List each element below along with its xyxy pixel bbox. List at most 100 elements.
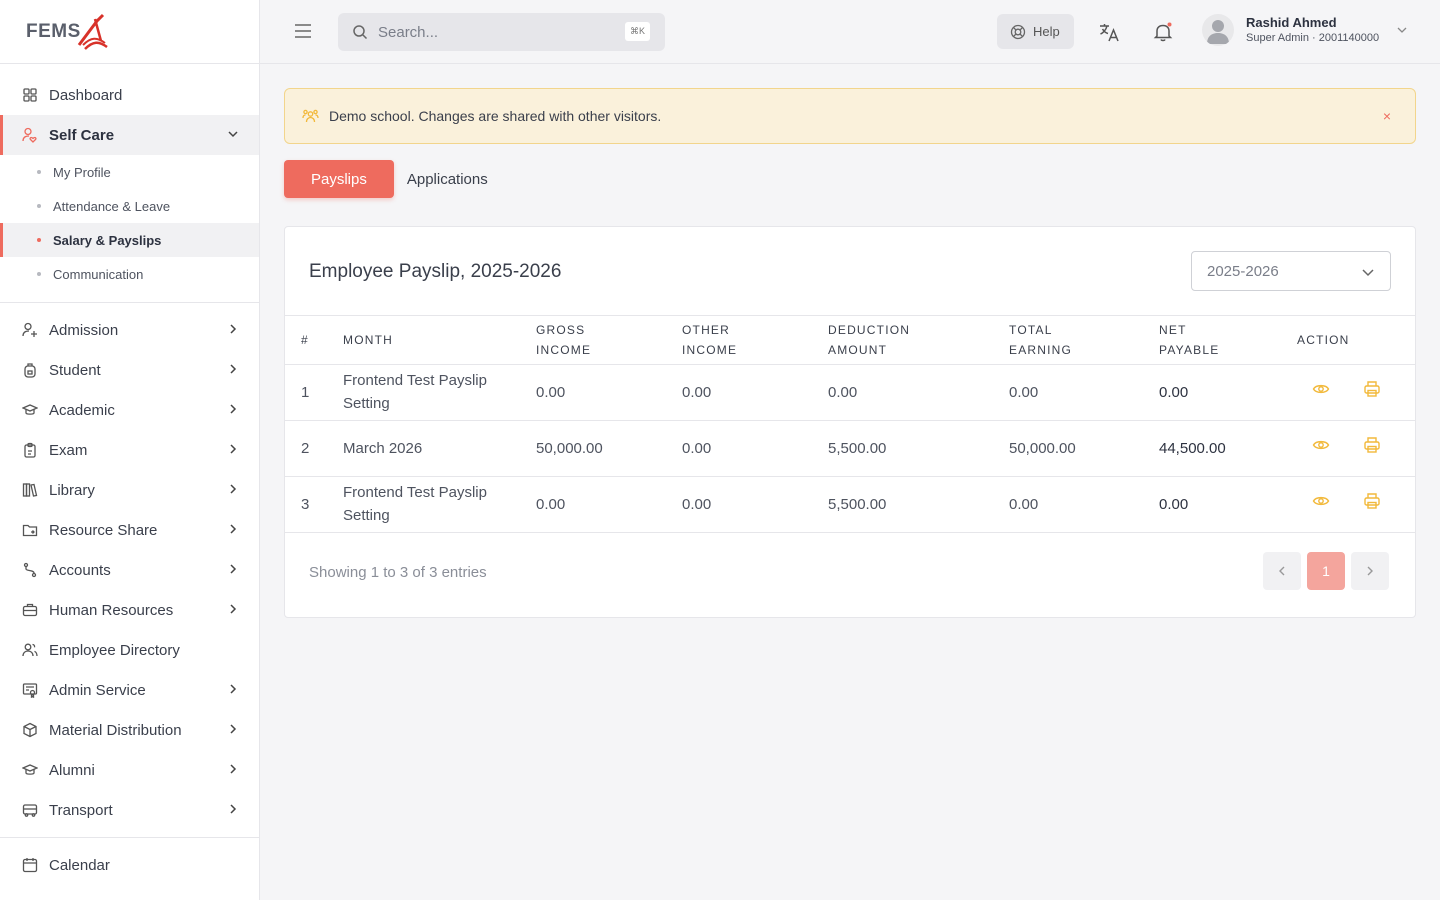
sidebar-item-label: Library <box>49 481 95 499</box>
calendar-icon <box>22 857 38 873</box>
printer-icon[interactable] <box>1363 380 1381 398</box>
sidebar-item-academic[interactable]: Academic <box>0 390 259 430</box>
cell-month: Frontend Test Payslip Setting <box>326 476 520 533</box>
route-icon <box>22 562 38 578</box>
sidebar-item-alumni[interactable]: Alumni <box>0 750 259 790</box>
user-menu[interactable]: Rashid Ahmed Super Admin · 2001140000 <box>1202 14 1408 46</box>
chevron-right-icon <box>230 764 237 774</box>
brand-logo[interactable]: FEMS <box>0 0 259 64</box>
payslip-card: Employee Payslip, 2025-2026 2025-2026 # … <box>284 226 1416 618</box>
clipboard-icon <box>22 442 38 458</box>
search-icon <box>353 25 368 40</box>
top-header: ⌘K Help Rashid Ahmed Super Admin · 20011… <box>260 0 1440 64</box>
graduation-cap-icon <box>22 762 38 778</box>
help-button[interactable]: Help <box>997 14 1074 49</box>
sidebar-item-human-resources[interactable]: Human Resources <box>0 590 259 630</box>
entries-info: Showing 1 to 3 of 3 entries <box>309 563 487 581</box>
search-shortcut-badge: ⌘K <box>624 22 650 41</box>
search-bar[interactable]: ⌘K <box>338 13 665 51</box>
sidebar-item-admin-service[interactable]: Admin Service <box>0 670 259 710</box>
cell-gross: 0.00 <box>520 476 666 533</box>
alert-message: Demo school. Changes are shared with oth… <box>329 108 662 124</box>
printer-icon[interactable] <box>1363 492 1381 510</box>
chevron-right-icon <box>230 484 237 494</box>
sidebar-subitem-salary-payslips[interactable]: Salary & Payslips <box>0 223 259 257</box>
cell-net: 0.00 <box>1145 364 1283 421</box>
eye-icon[interactable] <box>1312 492 1330 510</box>
cell-net: 44,500.00 <box>1145 420 1283 477</box>
table-header-row: # MONTH GROSS INCOME OTHER INCOME DEDUCT… <box>285 316 1415 365</box>
table-row: 1 Frontend Test Payslip Setting 0.00 0.0… <box>285 364 1415 421</box>
cell-total: 0.00 <box>993 476 1145 533</box>
eye-icon[interactable] <box>1312 380 1330 398</box>
column-header: TOTAL EARNING <box>993 316 1145 365</box>
translate-icon[interactable] <box>1098 21 1120 43</box>
nav-bottom-group: Calendar <box>0 838 259 896</box>
tab-applications[interactable]: Applications <box>394 160 501 198</box>
chevron-right-icon <box>230 804 237 814</box>
package-icon <box>22 722 38 738</box>
sidebar-item-student[interactable]: Student <box>0 350 259 390</box>
book-logo-icon <box>77 13 108 50</box>
sidebar-item-calendar[interactable]: Calendar <box>0 845 259 885</box>
tab-payslips[interactable]: Payslips <box>284 160 394 198</box>
year-select[interactable]: 2025-2026 <box>1191 251 1391 291</box>
year-select-value: 2025-2026 <box>1207 262 1279 280</box>
sidebar-item-label: Human Resources <box>49 601 174 619</box>
hamburger-menu-icon[interactable] <box>294 23 312 39</box>
cell-other: 0.00 <box>666 476 812 533</box>
nav-self-group: Dashboard Self Care My Profile Attendanc… <box>0 64 259 303</box>
chevron-down-icon <box>1362 269 1374 277</box>
user-name: Rashid Ahmed <box>1246 15 1337 30</box>
sidebar-item-label: Accounts <box>49 561 111 579</box>
sidebar-item-label: Employee Directory <box>49 641 180 659</box>
sidebar-item-resource-share[interactable]: Resource Share <box>0 510 259 550</box>
next-page-button[interactable] <box>1351 551 1389 590</box>
people-group-icon <box>302 109 319 122</box>
prev-page-button[interactable] <box>1263 551 1301 590</box>
sidebar-item-self-care[interactable]: Self Care <box>0 115 259 155</box>
cell-month: Frontend Test Payslip Setting <box>326 364 520 421</box>
sidebar-item-employee-directory[interactable]: Employee Directory <box>0 630 259 670</box>
sidebar-item-library[interactable]: Library <box>0 470 259 510</box>
sidebar-item-dashboard[interactable]: Dashboard <box>0 75 259 115</box>
sidebar-subitem-attendance-leave[interactable]: Attendance & Leave <box>0 189 259 223</box>
user-role: Super Admin · 2001140000 <box>1246 32 1380 44</box>
sidebar-item-exam[interactable]: Exam <box>0 430 259 470</box>
column-header: DEDUCTION AMOUNT <box>812 316 993 365</box>
column-header: MONTH <box>326 316 520 365</box>
payslip-table: # MONTH GROSS INCOME OTHER INCOME DEDUCT… <box>285 316 1415 533</box>
search-input[interactable] <box>378 23 608 41</box>
page-button-current[interactable]: 1 <box>1307 551 1345 590</box>
books-icon <box>22 482 38 498</box>
chevron-right-icon <box>230 404 237 414</box>
close-icon[interactable]: × <box>1383 108 1391 124</box>
users-icon <box>22 642 38 658</box>
chevron-right-icon <box>230 364 237 374</box>
sidebar-item-material-distribution[interactable]: Material Distribution <box>0 710 259 750</box>
chevron-down-icon <box>1397 27 1407 33</box>
cell-deduction: 0.00 <box>812 364 993 421</box>
sidebar-item-label: Student <box>49 361 101 379</box>
printer-icon[interactable] <box>1363 436 1381 454</box>
sidebar-item-label: Material Distribution <box>49 721 182 739</box>
folder-share-icon <box>22 522 38 538</box>
cell-no: 3 <box>285 476 326 533</box>
cell-other: 0.00 <box>666 364 812 421</box>
chevron-right-icon <box>230 604 237 614</box>
sidebar-item-transport[interactable]: Transport <box>0 790 259 830</box>
column-header: ACTION <box>1283 316 1415 365</box>
sidebar-subitem-communication[interactable]: Communication <box>0 257 259 291</box>
cell-net: 0.00 <box>1145 476 1283 533</box>
bell-icon[interactable] <box>1152 21 1174 43</box>
cell-month: March 2026 <box>326 420 520 477</box>
graduation-cap-icon <box>22 402 38 418</box>
sidebar-item-label: Self Care <box>49 126 115 144</box>
lifebuoy-icon <box>1010 24 1026 39</box>
sidebar-item-accounts[interactable]: Accounts <box>0 550 259 590</box>
sidebar-subitem-my-profile[interactable]: My Profile <box>0 155 259 189</box>
sidebar-item-admission[interactable]: Admission <box>0 310 259 350</box>
eye-icon[interactable] <box>1312 436 1330 454</box>
table-row: 2 March 2026 50,000.00 0.00 5,500.00 50,… <box>285 420 1415 477</box>
sidebar-item-label: Calendar <box>49 856 110 874</box>
